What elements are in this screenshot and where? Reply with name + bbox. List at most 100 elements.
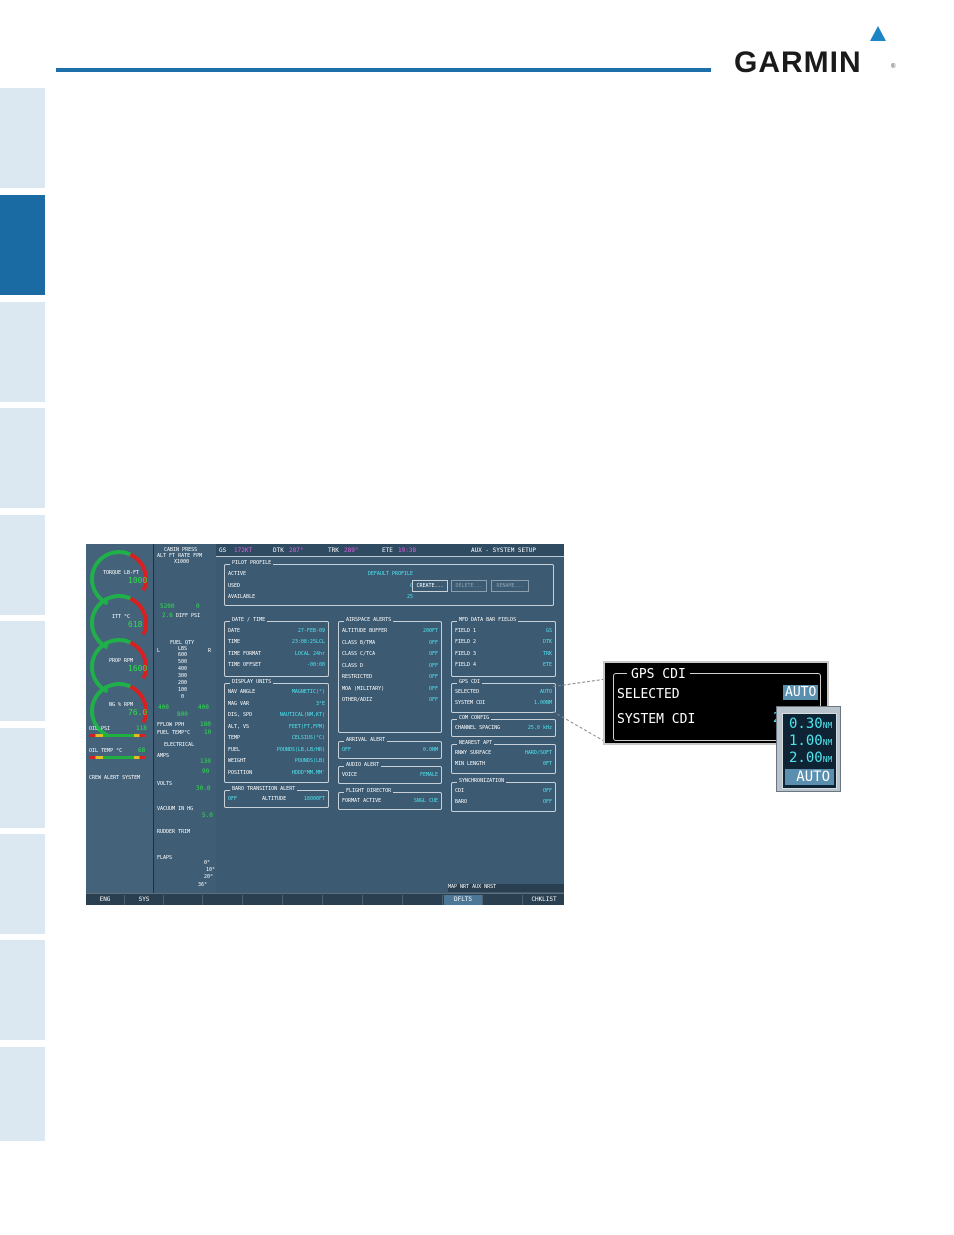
pilot-profile-box: PILOT PROFILE ACTIVE DEFAULT PROFILE USED… xyxy=(224,560,554,606)
fuel-right-value: 400 xyxy=(198,704,209,711)
softkey-bar: ENG SYS DFLTS CHKLIST xyxy=(86,893,564,905)
softkey-3[interactable] xyxy=(164,895,203,905)
cabin-alt-value: 5200 xyxy=(160,603,175,610)
diff-psi-label: DIFF PSI xyxy=(176,613,201,619)
page-name: AUX - SYSTEM SETUP xyxy=(470,547,536,554)
callout-system-cdi-label: SYSTEM CDI xyxy=(617,712,696,727)
section-tab-9[interactable] xyxy=(0,940,45,1040)
fuel-scale-0: 0 xyxy=(181,694,185,700)
page-group-bar: MAP NRT AUX NRST xyxy=(448,884,564,892)
flap-20: 20° xyxy=(204,874,214,880)
logo-triangle-icon xyxy=(870,26,886,41)
cdi-option-0-30[interactable]: 0.30NM xyxy=(785,716,834,732)
softkey-eng[interactable]: ENG xyxy=(86,895,125,905)
section-tab-6[interactable] xyxy=(0,621,45,721)
garmin-logo: GARMIN ® xyxy=(734,26,899,79)
softkey-11[interactable] xyxy=(484,895,523,905)
cdi-option-2-00[interactable]: 2.00NM xyxy=(785,750,834,766)
section-tab-2-active[interactable] xyxy=(0,195,45,295)
cdi-option-1-00[interactable]: 1.00NM xyxy=(785,733,834,749)
system-setup-page: GS 172KT DTK 287° TRK 289° ETE 19:38 AUX… xyxy=(216,544,564,905)
vacuum-value: 5.0 xyxy=(202,812,213,819)
fuel-scale-500: 500 xyxy=(178,659,188,665)
section-tab-10[interactable] xyxy=(0,1047,45,1141)
softkey-5[interactable] xyxy=(244,895,283,905)
volts-label: VOLTS xyxy=(157,781,173,787)
softkey-8[interactable] xyxy=(364,895,403,905)
rudder-trim-label: RUDDER TRIM xyxy=(157,829,191,835)
flight-director-box: FLIGHT DIRECTOR FORMAT ACTIVE SNGL CUE xyxy=(338,788,442,810)
callout-selected-value[interactable]: AUTO xyxy=(783,685,819,700)
secondary-engine-strip: CABIN PRESS ALT FT RATE FPM X1000 5200 0… xyxy=(153,544,216,905)
baro-transition-alert-box: BARO TRANSITION ALERT OFF ALTITUDE 18000FT xyxy=(224,786,329,808)
amps-value-b: 90 xyxy=(202,768,210,775)
cabin-rate-value: 0 xyxy=(196,603,200,610)
audio-alert-box: AUDIO ALERT VOICE FEMALE xyxy=(338,762,442,784)
fuel-scale-200: 200 xyxy=(178,680,188,686)
flap-36: 36° xyxy=(198,882,208,888)
ng-gauge: NG % RPM 76.0 xyxy=(86,673,157,749)
fuel-right-label: R xyxy=(208,648,212,654)
softkey-7[interactable] xyxy=(324,895,363,905)
arrival-alert-box: ARRIVAL ALERT OFF 0.0NM xyxy=(338,737,442,759)
fuel-scale-400: 400 xyxy=(178,666,188,672)
softkey-6[interactable] xyxy=(284,895,323,905)
diff-psi-value: 2.6 xyxy=(162,612,173,619)
section-tab-4[interactable] xyxy=(0,408,45,508)
itt-gauge: ITT °C 618 xyxy=(86,585,157,661)
oil-psi-bar xyxy=(89,734,145,737)
com-config-box: COM CONFIG CHANNEL SPACING 25.0 kHz xyxy=(451,715,556,737)
header-rule xyxy=(56,68,711,72)
volts-value: 30.0 xyxy=(196,785,211,792)
synchronization-box: SYNCHRONIZATION CDI OFF BARO OFF xyxy=(451,778,556,812)
section-tab-7[interactable] xyxy=(0,728,45,828)
cdi-scale-list: 0.30NM 1.00NM 2.00NM AUTO xyxy=(782,713,837,789)
callout-title: GPS CDI xyxy=(627,667,690,682)
section-tab-3[interactable] xyxy=(0,302,45,402)
fuel-left-value: 400 xyxy=(158,704,169,711)
oil-temp-value: 68 xyxy=(138,747,146,754)
flap-0: 0° xyxy=(204,860,211,866)
section-tab-5[interactable] xyxy=(0,515,45,615)
softkey-9[interactable] xyxy=(404,895,443,905)
amps-label: AMPS xyxy=(157,753,170,759)
oil-psi-value: 118 xyxy=(136,725,147,732)
create-profile-button[interactable]: CREATE... xyxy=(412,580,448,592)
oil-psi-label: OIL PSI xyxy=(89,726,111,732)
softkey-4[interactable] xyxy=(204,895,243,905)
registered-mark: ® xyxy=(891,64,896,70)
fuel-scale-600: 600 xyxy=(178,652,188,658)
fuel-left-label: L xyxy=(157,648,161,654)
softkey-sys[interactable]: SYS xyxy=(125,895,164,905)
amps-value-a: 130 xyxy=(200,758,211,765)
fuel-scale-300: 300 xyxy=(178,673,188,679)
section-tab-8[interactable] xyxy=(0,834,45,934)
softkey-dflts[interactable]: DFLTS xyxy=(444,895,483,905)
callout-selected-label: SELECTED xyxy=(617,687,680,702)
oil-temp-bar xyxy=(89,756,145,759)
fuel-temp-value: 10 xyxy=(204,729,212,736)
airspace-alerts-box: AIRSPACE ALERTS ALTITUDE BUFFER 200FT CLA… xyxy=(338,617,442,733)
navigation-status-bar: GS 172KT DTK 287° TRK 289° ETE 19:38 AUX… xyxy=(216,544,564,557)
gps-cdi-box: GPS CDI SELECTED AUTO SYSTEM CDI 1.00NM xyxy=(451,679,556,713)
fuel-scale-100: 100 xyxy=(178,687,188,693)
x1000-label: X1000 xyxy=(174,559,190,565)
nearest-apt-box: NEAREST APT RNWY SURFACE HARD/SOFT MIN LE… xyxy=(451,740,556,774)
mfd-data-bar-fields-box: MFD DATA BAR FIELDS FIELD 1 GS FIELD 2 DTK… xyxy=(451,617,556,677)
flap-10: 10° xyxy=(206,867,216,873)
delete-profile-button[interactable]: DELETE... xyxy=(451,580,487,592)
flaps-label: FLAPS xyxy=(157,855,173,861)
oil-temp-label: OIL TEMP °C xyxy=(89,748,123,754)
crew-alert-label: CREW ALERT SYSTEM xyxy=(89,775,141,781)
electrical-label: ELECTRICAL xyxy=(164,742,195,748)
rename-profile-button[interactable]: RENAME... xyxy=(491,580,529,592)
fuel-total-value: 800 xyxy=(177,711,188,718)
torque-gauge: TORQUE LB-FT 1000 xyxy=(86,544,157,617)
fflow-value: 180 xyxy=(200,721,211,728)
cdi-scale-dropdown: 0.30NM 1.00NM 2.00NM AUTO xyxy=(776,706,841,792)
fuel-temp-label: FUEL TEMP°C xyxy=(157,730,191,736)
cdi-option-auto[interactable]: AUTO xyxy=(785,769,834,785)
vacuum-label: VACUUM IN HG xyxy=(157,806,194,812)
softkey-chklist[interactable]: CHKLIST xyxy=(524,895,564,905)
section-tab-1[interactable] xyxy=(0,88,45,188)
